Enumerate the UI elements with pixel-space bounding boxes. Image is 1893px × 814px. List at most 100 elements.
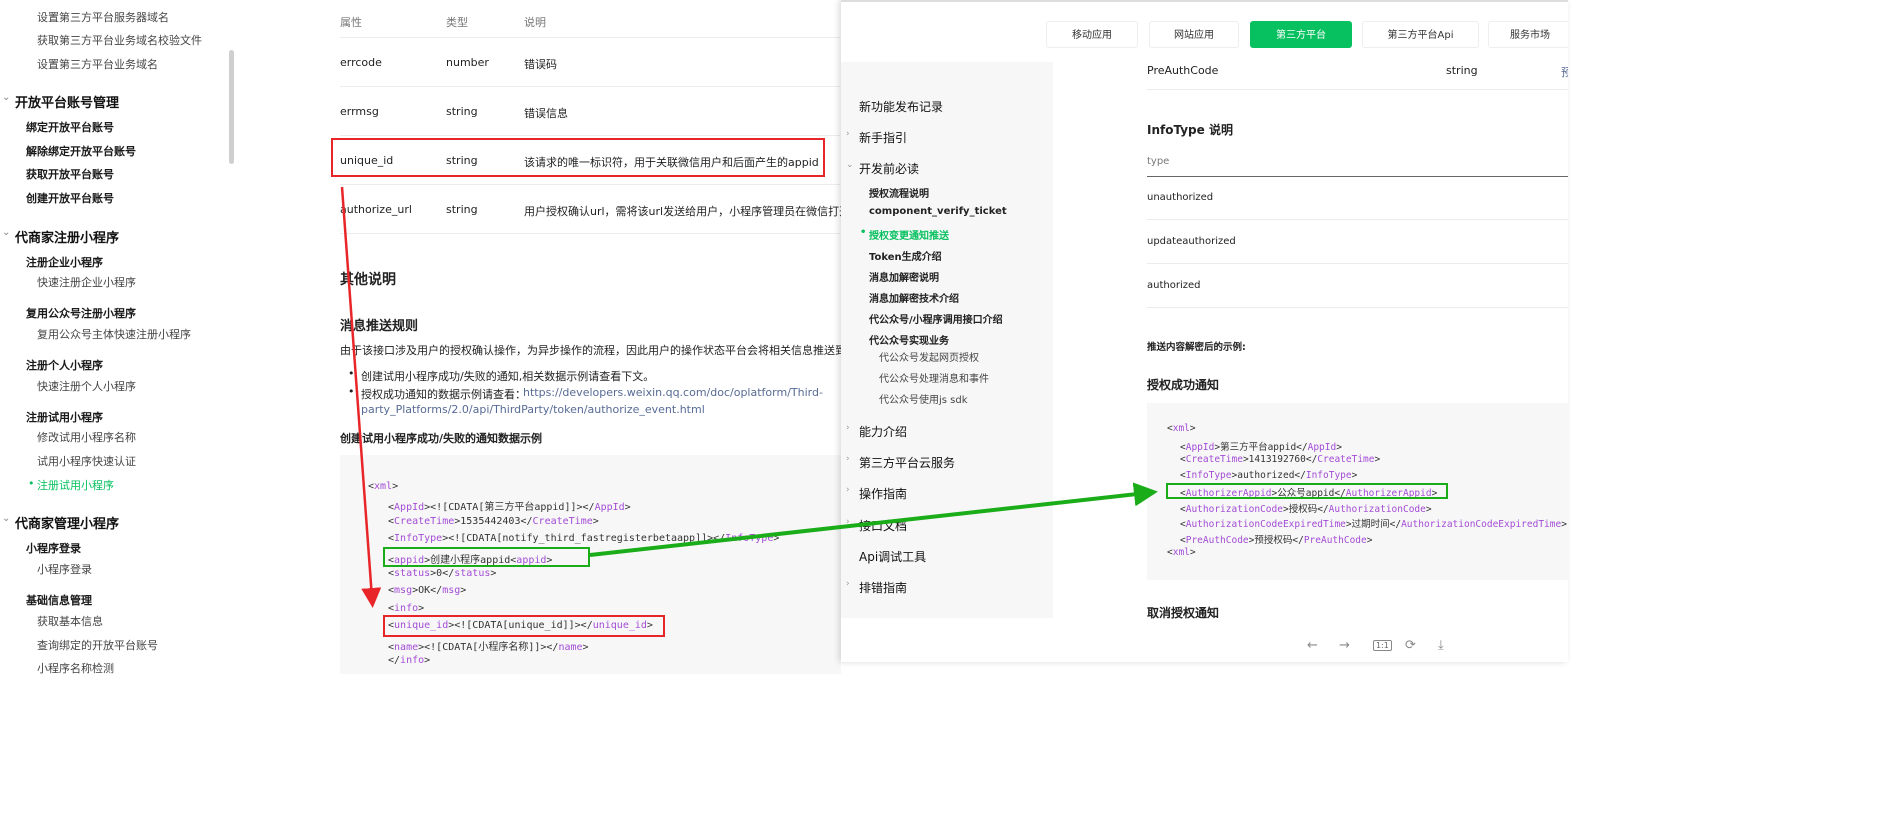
nav-item[interactable]: component_verify_ticket [869,206,1007,217]
tab[interactable]: 第三方平台Api [1362,21,1479,48]
sidebar-item[interactable]: 修改试用小程序名称 [37,429,136,445]
sidebar-group[interactable]: ⌄ 开放平台账号管理 [2,92,119,111]
push-description: 由于该接口涉及用户的授权确认操作，为异步操作的流程，因此用户的操作状态平台会将相… [340,344,841,357]
sidebar-item[interactable]: 解除绑定开放平台账号 [26,143,136,159]
nav-item[interactable]: 新功能发布记录 [859,98,943,115]
bullet-text: 创建试用小程序成功/失败的通知,相关数据示例请查看下文。 [361,370,655,383]
nav-item-label: 第三方平台云服务 [859,456,956,470]
sidebar-item[interactable]: 设置第三方平台服务器域名 [37,9,169,25]
row-name: errmsg [340,105,379,118]
sidebar-item[interactable]: 注册企业小程序 [26,254,103,270]
sidebar-item-label: 基础信息管理 [26,594,92,607]
tab[interactable]: 移动应用 [1046,21,1138,48]
sidebar-item[interactable]: 绑定开放平台账号 [26,119,114,135]
sidebar-item-label: 注册企业小程序 [26,256,103,269]
tab[interactable]: 网站应用 [1149,21,1239,48]
code-line: <AuthorizationCodeExpiredTime>过期时间</Auth… [1180,519,1567,530]
row-type: string [446,105,478,118]
sidebar-item-label: 快速注册个人小程序 [37,380,136,393]
tab[interactable]: 第三方平台 [1250,21,1352,48]
nav-item-label: 新手指引 [859,131,908,145]
sidebar-item[interactable]: 小程序登录 [37,561,92,577]
left-sidebar-scrollbar[interactable] [229,50,234,164]
nav-item[interactable]: › 排错指南 [846,579,908,596]
sidebar-item[interactable]: 获取基本信息 [37,613,103,629]
row-type: string [446,154,478,167]
bullet-dot: • [348,385,355,398]
nav-item[interactable]: › 能力介绍 [846,423,907,440]
sidebar-item[interactable]: 创建开放平台账号 [26,190,114,206]
sidebar-item[interactable]: 复用公众号主体快速注册小程序 [37,326,191,342]
nav-item[interactable]: 消息加解密说明 [869,269,939,284]
nav-item-label: 授权流程说明 [869,189,929,200]
nav-item-label: Api调试工具 [859,550,927,564]
actual-size-icon[interactable]: 1:1 [1373,640,1392,651]
sidebar-item[interactable]: • 注册试用小程序 [28,477,114,493]
nav-item[interactable]: › 接口文档 [846,517,907,534]
table-divider [340,233,840,234]
sidebar-item[interactable]: 小程序登录 [26,540,81,556]
nav-item-label: Token生成介绍 [869,252,942,263]
sidebar-item-label: 复用公众号主体快速注册小程序 [37,328,191,341]
cancel-notice-heading: 取消授权通知 [1147,606,1220,620]
nav-item[interactable]: 代公众号/小程序调用接口介绍 [869,311,1003,326]
sidebar-item[interactable]: 获取开放平台账号 [26,166,114,182]
chevron-right-icon: › [846,579,850,589]
sidebar-item[interactable]: 查询绑定的开放平台账号 [37,637,158,653]
code-line: <msg>OK</msg> [388,585,467,597]
sidebar-item[interactable]: 获取第三方平台业务域名校验文件 [37,32,202,48]
nav-item[interactable]: 代公众号发起网页授权 [879,349,979,364]
sidebar-item[interactable]: 快速注册企业小程序 [37,274,136,290]
nav-item-label: 新功能发布记录 [859,100,944,114]
nav-item[interactable]: 代公众号处理消息和事件 [879,370,989,385]
nav-item[interactable]: › 第三方平台云服务 [846,454,956,471]
nav-item[interactable]: Api调试工具 [859,548,926,565]
bullet-text: 授权成功通知的数据示例请查看： [361,388,526,401]
nav-item[interactable]: › 操作指南 [846,485,907,502]
chevron-right-icon: › [846,129,850,139]
sidebar-item[interactable]: 小程序名称检测 [37,660,114,676]
param-name: PreAuthCode [1147,64,1219,77]
nav-item[interactable]: • 授权变更通知推送 [860,227,949,242]
sidebar-group[interactable]: ⌄ 代商家注册小程序 [2,227,119,246]
sidebar-item-label: 获取基本信息 [37,615,103,628]
code-line: <AppId><![CDATA[第三方平台appid]]></AppId> [388,502,631,514]
tab[interactable]: 服务市场 [1488,21,1568,48]
nav-item[interactable]: 授权流程说明 [869,185,929,200]
nav-item[interactable]: 代公众号实现业务 [869,332,949,347]
nav-item-label: 代公众号/小程序调用接口介绍 [869,315,1003,326]
download-icon[interactable]: ⤓ [1438,638,1444,653]
nav-item[interactable]: Token生成介绍 [869,248,942,263]
sidebar-item[interactable]: 试用小程序快速认证 [37,453,136,469]
nav-item[interactable]: 代公众号使用js sdk [879,391,968,406]
code-line: <CreateTime>1413192760</CreateTime> [1180,454,1381,465]
chevron-down-icon: ⌄ [2,513,11,524]
next-arrow-icon[interactable]: → [1339,638,1350,653]
nav-item-label: 消息加解密说明 [869,273,939,284]
sidebar-item[interactable]: 复用公众号注册小程序 [26,305,136,321]
nav-item[interactable]: 消息加解密技术介绍 [869,290,959,305]
overlay-top-edge [841,0,1568,2]
sidebar-item[interactable]: 注册试用小程序 [26,409,103,425]
prev-arrow-icon[interactable]: ← [1307,638,1318,653]
doc-link-cont[interactable]: party_Platforms/2.0/api/ThirdParty/token… [361,403,705,416]
sidebar-item[interactable]: 注册个人小程序 [26,357,103,373]
table-divider [340,135,840,136]
doc-link[interactable]: https://developers.weixin.qq.com/doc/opl… [523,386,823,399]
nav-item[interactable]: ⌄ 开发前必读 [846,160,919,177]
nav-item[interactable]: › 新手指引 [846,129,908,146]
sidebar-group[interactable]: ⌄ 代商家管理小程序 [2,513,119,532]
rotate-icon[interactable]: ⟳ [1405,638,1416,653]
section-heading-other: 其他说明 [340,272,396,288]
main-doc-content: 属性 类型 说明 errcode number 错误码 errmsg strin… [236,0,841,674]
nav-item-label: 排错指南 [859,581,908,595]
table-divider [1147,307,1568,308]
code-line: <PreAuthCode>预授权码</PreAuthCode> [1180,534,1373,546]
sidebar-item[interactable]: 快速注册个人小程序 [37,378,136,394]
param-desc: 预 [1561,66,1568,79]
sidebar-item[interactable]: 设置第三方平台业务域名 [37,56,158,72]
image-viewer-overlay: 移动应用 网站应用 第三方平台 第三方平台Api 服务市场 新功能发布记录 › 新手指引 ⌄ 开… [841,0,1568,662]
code-line: <AppId>第三方平台appid</AppId> [1180,441,1342,453]
sidebar-item[interactable]: 基础信息管理 [26,592,92,608]
sidebar-item-label: 小程序名称检测 [37,662,114,675]
